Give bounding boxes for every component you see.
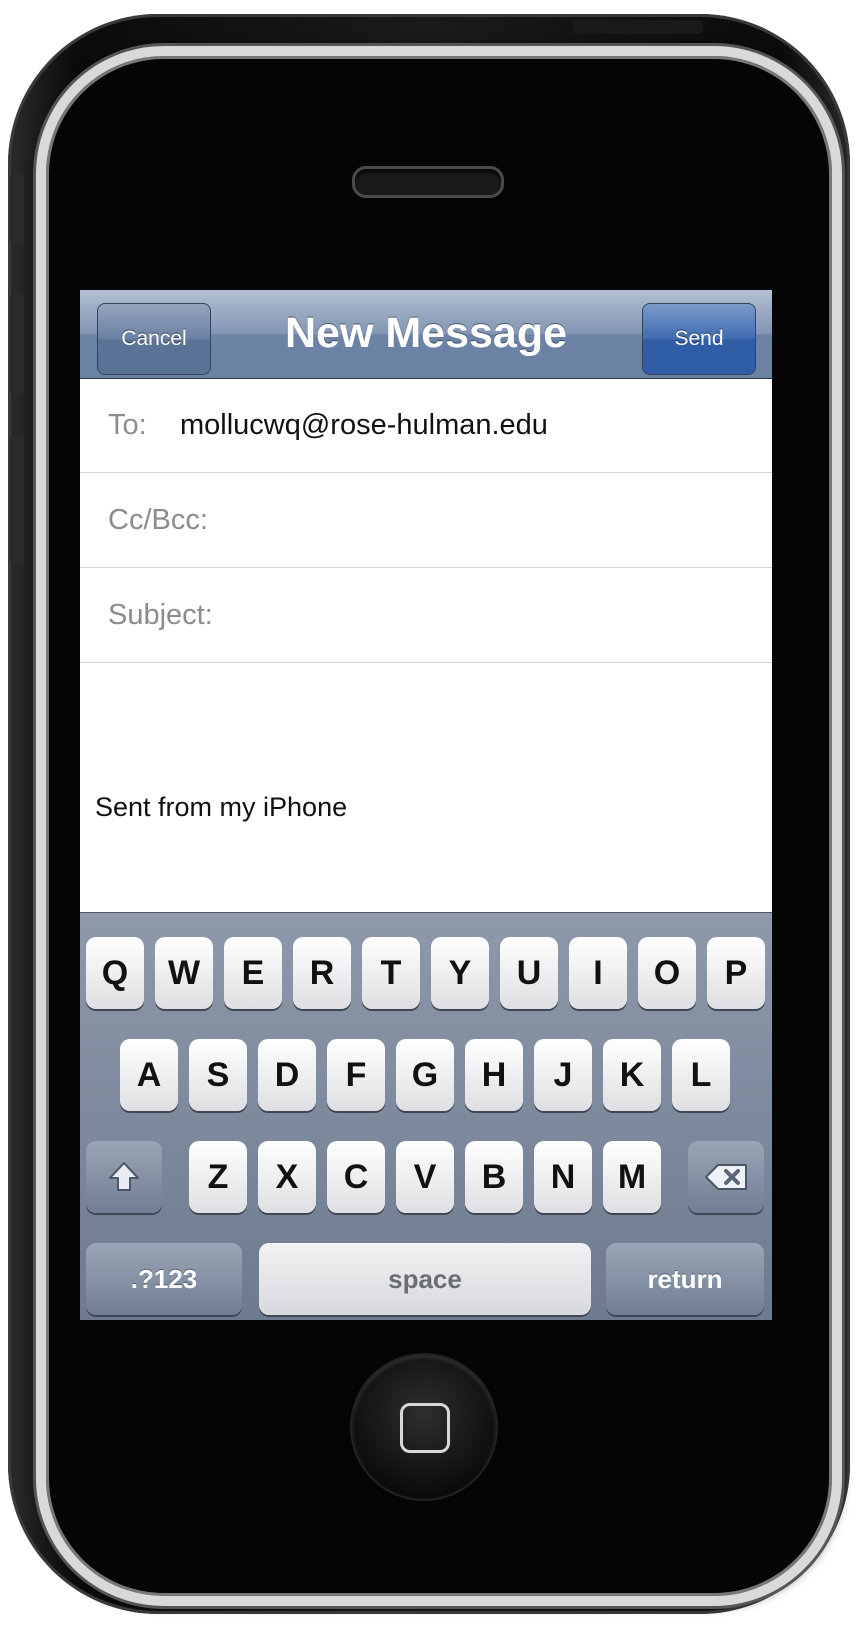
key-d[interactable]: D — [258, 1039, 316, 1111]
space-key[interactable]: space — [259, 1243, 591, 1315]
key-s[interactable]: S — [189, 1039, 247, 1111]
key-x[interactable]: X — [258, 1141, 316, 1213]
key-n[interactable]: N — [534, 1141, 592, 1213]
ccbcc-label: Cc/Bcc: — [108, 504, 208, 536]
page-title: New Message — [284, 309, 568, 357]
volume-up-button — [10, 294, 24, 394]
subject-field[interactable]: Subject: — [80, 568, 772, 663]
power-button — [573, 20, 703, 34]
key-w[interactable]: W — [155, 937, 213, 1009]
mail-compose-screen: Cancel New Message Send To: mollucwq@ros… — [80, 290, 772, 1320]
to-value[interactable]: mollucwq@rose-hulman.edu — [180, 378, 548, 472]
shift-key[interactable] — [86, 1141, 162, 1213]
key-k[interactable]: K — [603, 1039, 661, 1111]
shift-icon — [109, 1162, 139, 1191]
key-i[interactable]: I — [569, 937, 627, 1009]
key-v[interactable]: V — [396, 1141, 454, 1213]
key-p[interactable]: P — [707, 937, 765, 1009]
cancel-button[interactable]: Cancel — [97, 303, 211, 375]
key-f[interactable]: F — [327, 1039, 385, 1111]
delete-icon — [705, 1164, 747, 1190]
key-b[interactable]: B — [465, 1141, 523, 1213]
numbers-key[interactable]: .?123 — [86, 1243, 242, 1315]
key-l[interactable]: L — [672, 1039, 730, 1111]
key-g[interactable]: G — [396, 1039, 454, 1111]
delete-key[interactable] — [688, 1141, 764, 1213]
return-key[interactable]: return — [606, 1243, 764, 1315]
earpiece-speaker — [352, 166, 504, 198]
ringer-switch — [10, 174, 24, 244]
subject-label: Subject: — [108, 599, 213, 631]
volume-down-button — [10, 434, 24, 564]
key-m[interactable]: M — [603, 1141, 661, 1213]
key-q[interactable]: Q — [86, 937, 144, 1009]
key-h[interactable]: H — [465, 1039, 523, 1111]
signature-text: Sent from my iPhone — [95, 792, 348, 822]
key-u[interactable]: U — [500, 937, 558, 1009]
navigation-bar: Cancel New Message Send — [80, 290, 772, 379]
key-o[interactable]: O — [638, 937, 696, 1009]
ccbcc-field[interactable]: Cc/Bcc: — [80, 473, 772, 568]
key-c[interactable]: C — [327, 1141, 385, 1213]
key-e[interactable]: E — [224, 937, 282, 1009]
home-button[interactable] — [352, 1355, 496, 1499]
key-t[interactable]: T — [362, 937, 420, 1009]
key-r[interactable]: R — [293, 937, 351, 1009]
key-y[interactable]: Y — [431, 937, 489, 1009]
key-a[interactable]: A — [120, 1039, 178, 1111]
key-j[interactable]: J — [534, 1039, 592, 1111]
send-button[interactable]: Send — [642, 303, 756, 375]
onscreen-keyboard: Q W E R T Y U I O P A S D F G H J K L Z … — [80, 912, 772, 1320]
key-z[interactable]: Z — [189, 1141, 247, 1213]
message-body[interactable]: Sent from my iPhone — [80, 662, 772, 912]
to-label: To: — [108, 409, 147, 441]
to-field[interactable]: To: mollucwq@rose-hulman.edu — [80, 378, 772, 473]
home-square-icon — [400, 1403, 450, 1453]
